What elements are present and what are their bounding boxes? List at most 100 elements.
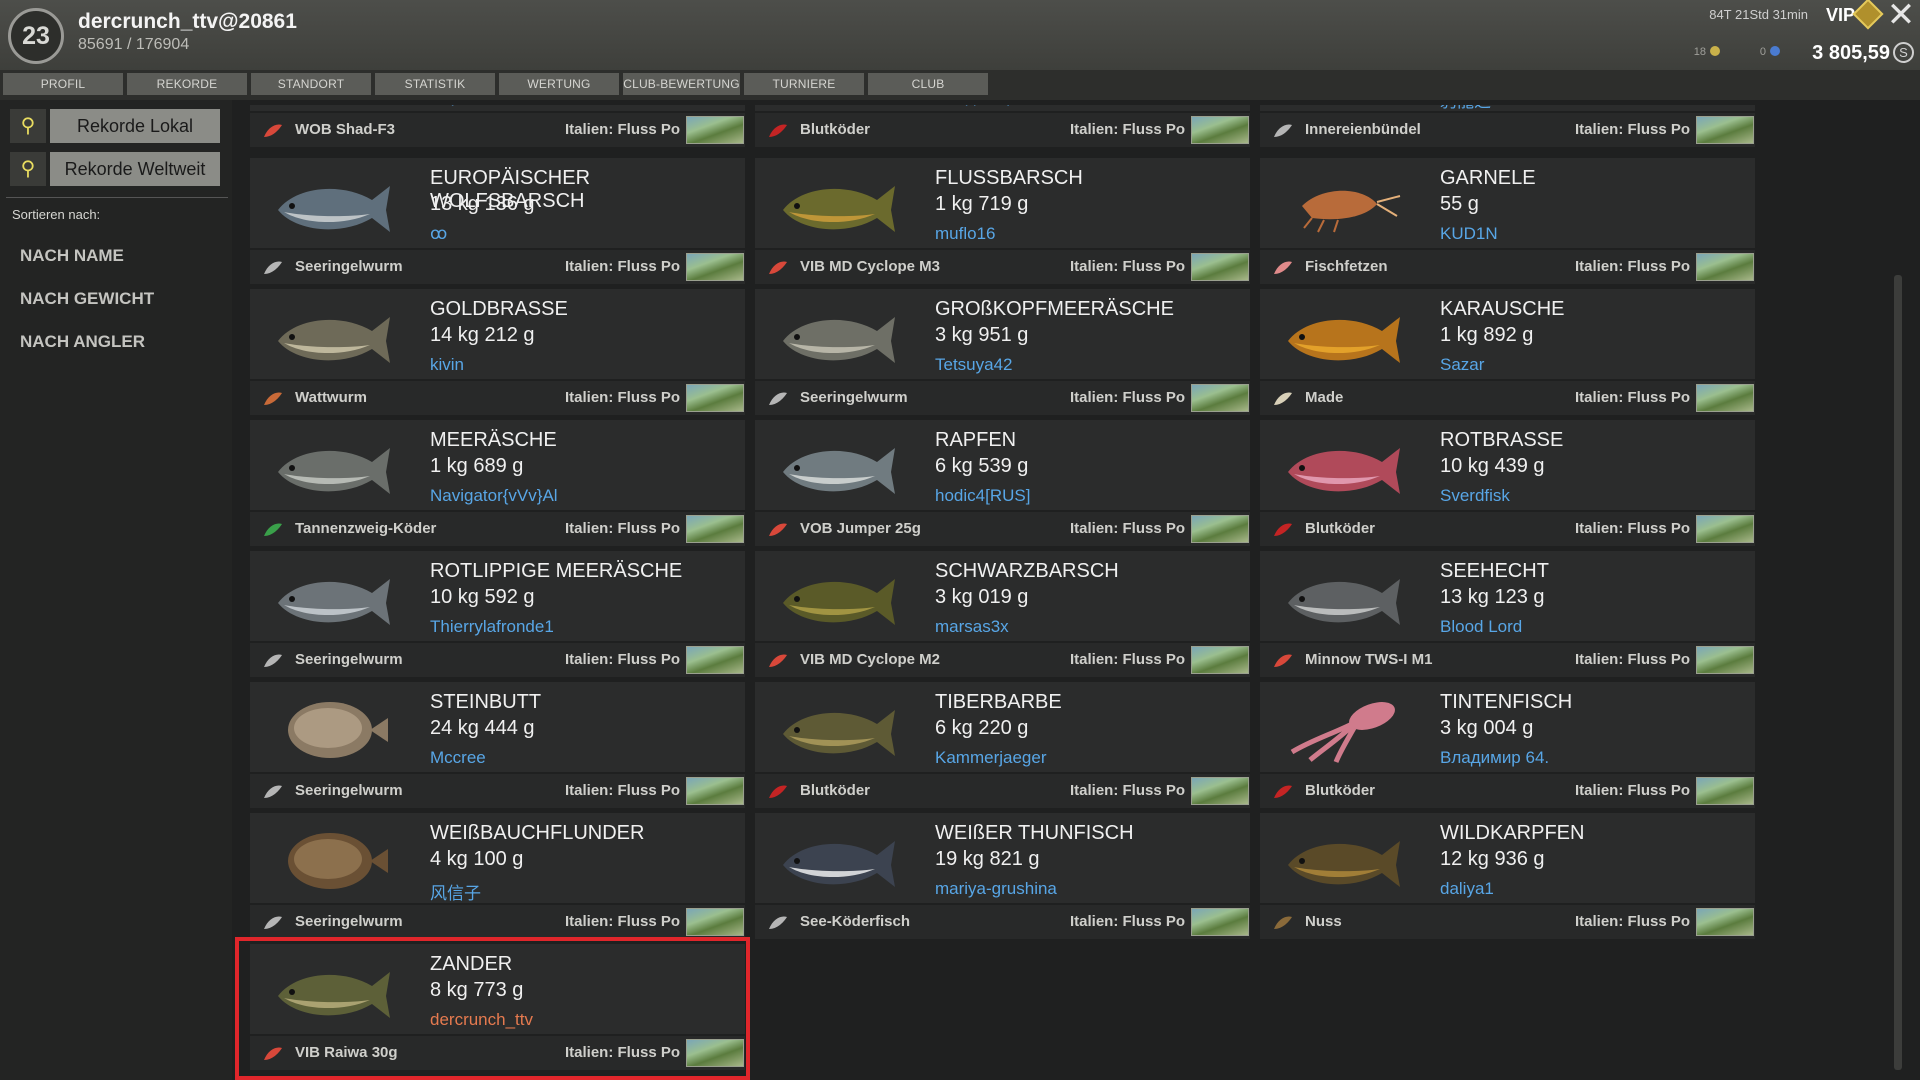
- record-card[interactable]: WEIßER THUNFISCH 19 kg 821 g mariya-grus…: [755, 813, 1250, 939]
- angler-name[interactable]: hodic4[RUS]: [935, 486, 1030, 506]
- sort-by-weight[interactable]: NACH GEWICHT: [20, 289, 154, 309]
- location-thumbnail[interactable]: [1191, 515, 1249, 543]
- tab-rekorde[interactable]: REKORDE: [127, 73, 247, 95]
- angler-name[interactable]: KUD1N: [1440, 224, 1498, 244]
- world-records-button[interactable]: ⚲ Rekorde Weltweit: [10, 152, 220, 186]
- tab-club[interactable]: CLUB: [868, 73, 988, 95]
- card-footer: VIB MD Cyclope M3 Italien: Fluss Po: [755, 250, 1250, 284]
- bait-name: VIB Raiwa 30g: [295, 1044, 398, 1061]
- record-card-partial[interactable]: Kaptor-2 WOB Shad-F3 Italien: Fluss Po: [250, 105, 745, 147]
- record-card[interactable]: SCHWARZBARSCH 3 kg 019 g marsas3x VIB MD…: [755, 551, 1250, 677]
- location-thumbnail[interactable]: [1191, 777, 1249, 805]
- bait-icon: [262, 1044, 284, 1064]
- record-card[interactable]: WILDKARPFEN 12 kg 936 g daliya1 Nuss Ita…: [1260, 813, 1755, 939]
- record-card-partial[interactable]: Владимир 64. Blutköder Italien: Fluss Po: [755, 105, 1250, 147]
- sort-by-angler[interactable]: NACH ANGLER: [20, 332, 145, 352]
- location-thumbnail[interactable]: [1191, 384, 1249, 412]
- vip-diamond-icon[interactable]: [1852, 0, 1884, 30]
- record-card[interactable]: TIBERBARBE 6 kg 220 g Kammerjaeger Blutk…: [755, 682, 1250, 808]
- tab-wertung[interactable]: WERTUNG: [499, 73, 619, 95]
- angler-name[interactable]: 风信子: [430, 879, 481, 904]
- record-card[interactable]: WEIßBAUCHFLUNDER 4 kg 100 g 风信子 Seeringe…: [250, 813, 745, 939]
- location-thumbnail[interactable]: [686, 646, 744, 674]
- record-card[interactable]: EUROPÄISCHER WOLFSBARSCH 13 kg 136 g ꝏ S…: [250, 158, 745, 284]
- bait-icon: [262, 520, 284, 540]
- record-card[interactable]: FLUSSBARSCH 1 kg 719 g muflo16 VIB MD Cy…: [755, 158, 1250, 284]
- tab-statistik[interactable]: STATISTIK: [375, 73, 495, 95]
- record-card[interactable]: SEEHECHT 13 kg 123 g Blood Lord Minnow T…: [1260, 551, 1755, 677]
- tab-club-bewertung[interactable]: CLUB-BEWERTUNG: [623, 73, 740, 95]
- location-thumbnail[interactable]: [1191, 908, 1249, 936]
- card-header: Kaptor-2: [250, 105, 745, 111]
- bait-name: Seeringelwurm: [800, 389, 908, 406]
- angler-name[interactable]: Tetsuya42: [935, 355, 1013, 375]
- record-card[interactable]: KARAUSCHE 1 kg 892 g Sazar Made Italien:…: [1260, 289, 1755, 415]
- tab-turniere[interactable]: TURNIERE: [744, 73, 864, 95]
- record-card[interactable]: TINTENFISCH 3 kg 004 g Владимир 64. Blut…: [1260, 682, 1755, 808]
- angler-name[interactable]: marsas3x: [935, 617, 1009, 637]
- location-thumbnail[interactable]: [686, 253, 744, 281]
- record-card[interactable]: RAPFEN 6 kg 539 g hodic4[RUS] VOB Jumper…: [755, 420, 1250, 546]
- angler-name[interactable]: 豹龍之: [1440, 105, 1491, 112]
- angler-name[interactable]: Blood Lord: [1440, 617, 1522, 637]
- location-thumbnail[interactable]: [686, 908, 744, 936]
- angler-name[interactable]: Kaptor-2: [430, 105, 495, 107]
- sort-by-name[interactable]: NACH NAME: [20, 246, 124, 266]
- angler-name[interactable]: kivin: [430, 355, 464, 375]
- record-card[interactable]: STEINBUTT 24 kg 444 g Mccree Seeringelwu…: [250, 682, 745, 808]
- tab-profil[interactable]: PROFIL: [3, 73, 123, 95]
- record-card[interactable]: ZANDER 8 kg 773 g dercrunch_ttv VIB Raiw…: [250, 944, 745, 1070]
- location-thumbnail[interactable]: [1696, 777, 1754, 805]
- record-card[interactable]: GARNELE 55 g KUD1N Fischfetzen Italien: …: [1260, 158, 1755, 284]
- location-name: Italien: Fluss Po: [565, 782, 681, 799]
- angler-name[interactable]: Sazar: [1440, 355, 1484, 375]
- location-name: Italien: Fluss Po: [1575, 121, 1691, 138]
- location-thumbnail[interactable]: [1696, 515, 1754, 543]
- record-card[interactable]: MEERÄSCHE 1 kg 689 g Navigator{vVv}Al Ta…: [250, 420, 745, 546]
- location-thumbnail[interactable]: [1191, 646, 1249, 674]
- angler-name[interactable]: Mccree: [430, 748, 486, 768]
- tab-standort[interactable]: STANDORT: [251, 73, 371, 95]
- angler-name[interactable]: daliya1: [1440, 879, 1494, 899]
- location-name: Italien: Fluss Po: [1070, 389, 1186, 406]
- vip-label[interactable]: VIP: [1826, 5, 1855, 26]
- card-header: WEIßBAUCHFLUNDER 4 kg 100 g 风信子: [250, 813, 745, 903]
- location-thumbnail[interactable]: [1696, 646, 1754, 674]
- close-icon[interactable]: ✕: [1884, 0, 1918, 32]
- record-card[interactable]: ROTLIPPIGE MEERÄSCHE 10 kg 592 g Thierry…: [250, 551, 745, 677]
- record-card[interactable]: GROßKOPFMEERÄSCHE 3 kg 951 g Tetsuya42 S…: [755, 289, 1250, 415]
- fish-image: [272, 559, 392, 635]
- local-records-button[interactable]: ⚲ Rekorde Lokal: [10, 109, 220, 143]
- location-thumbnail[interactable]: [1696, 384, 1754, 412]
- location-thumbnail[interactable]: [1191, 253, 1249, 281]
- angler-name[interactable]: Владимир 64.: [1440, 748, 1549, 768]
- bait-name: Blutköder: [1305, 520, 1376, 537]
- angler-name[interactable]: ꝏ: [430, 224, 447, 244]
- location-thumbnail[interactable]: [686, 777, 744, 805]
- record-card-partial[interactable]: 豹龍之 Innereienbündel Italien: Fluss Po: [1260, 105, 1755, 147]
- angler-name[interactable]: mariya-grushina: [935, 879, 1057, 899]
- angler-name[interactable]: Kammerjaeger: [935, 748, 1047, 768]
- card-footer: Seeringelwurm Italien: Fluss Po: [755, 381, 1250, 415]
- location-thumbnail[interactable]: [686, 384, 744, 412]
- location-thumbnail[interactable]: [1191, 116, 1249, 144]
- location-thumbnail[interactable]: [1696, 116, 1754, 144]
- angler-name[interactable]: Navigator{vVv}Al: [430, 486, 558, 506]
- location-thumbnail[interactable]: [1696, 253, 1754, 281]
- card-header: EUROPÄISCHER WOLFSBARSCH 13 kg 136 g ꝏ: [250, 158, 745, 248]
- location-thumbnail[interactable]: [686, 515, 744, 543]
- record-card[interactable]: ROTBRASSE 10 kg 439 g Sverdfisk Blutköde…: [1260, 420, 1755, 546]
- angler-name[interactable]: Thierrylafronde1: [430, 617, 554, 637]
- scrollbar[interactable]: [1894, 275, 1902, 1070]
- location-name: Italien: Fluss Po: [1575, 258, 1691, 275]
- location-thumbnail[interactable]: [1696, 908, 1754, 936]
- angler-name[interactable]: Sverdfisk: [1440, 486, 1510, 506]
- record-card[interactable]: GOLDBRASSE 14 kg 212 g kivin Wattwurm It…: [250, 289, 745, 415]
- angler-name[interactable]: dercrunch_ttv: [430, 1010, 533, 1030]
- location-thumbnail[interactable]: [686, 1039, 744, 1067]
- angler-name[interactable]: muflo16: [935, 224, 995, 244]
- bait-icon: [1272, 389, 1294, 409]
- angler-name[interactable]: Владимир 64.: [935, 105, 1044, 107]
- bait-icon: [1272, 913, 1294, 933]
- location-thumbnail[interactable]: [686, 116, 744, 144]
